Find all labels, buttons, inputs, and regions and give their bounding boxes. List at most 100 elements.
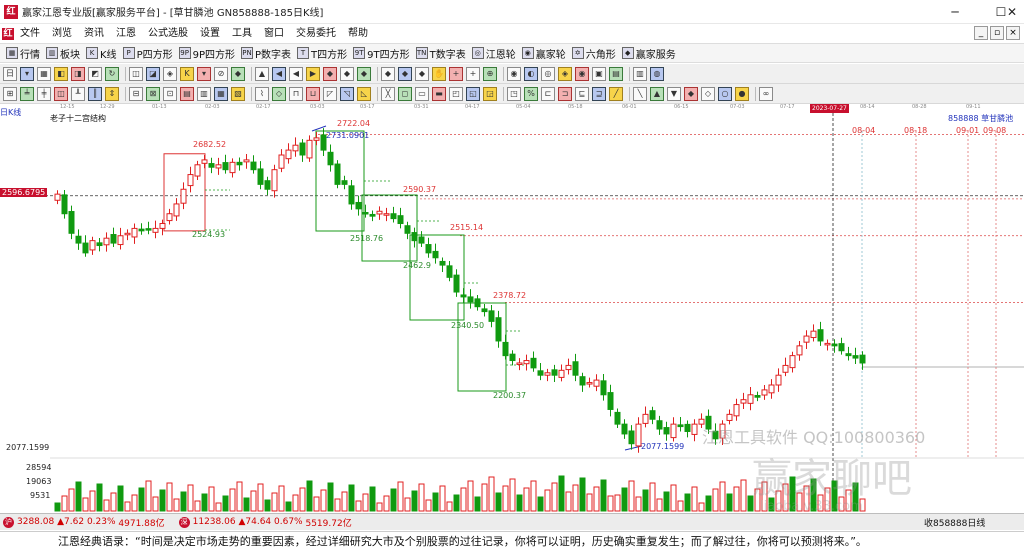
toolbar2-tool-icon[interactable]: ◆ [357,66,371,81]
toolbar3-tool-icon[interactable]: ╧ [20,86,34,101]
toolbar3-tool-icon[interactable]: ○ [718,86,732,101]
toolbar2-tool-icon[interactable]: ◍ [650,66,664,81]
toolbar2-tool-icon[interactable]: ▥ [633,66,647,81]
toolbar2-tool-icon[interactable]: ◧ [54,66,68,81]
menu-settings[interactable]: 设置 [194,24,226,43]
toolbar2-tool-icon[interactable]: ◈ [163,66,177,81]
toolbar-item-service[interactable]: ◆ 赢家服务 [621,46,676,61]
toolbar2-tool-icon[interactable]: K [180,66,194,81]
toolbar2-tool-icon[interactable]: ▣ [592,66,606,81]
toolbar3-tool-icon[interactable]: ▧ [231,86,245,101]
toolbar-item-winner-wheel[interactable]: ◉ 赢家轮 [521,46,566,61]
menu-browse[interactable]: 浏览 [46,24,78,43]
toolbar-item-hexagon[interactable]: ✡ 六角形 [571,46,616,61]
toolbar-item-9p-square[interactable]: 9P 9P四方形 [178,46,235,61]
toolbar3-tool-icon[interactable]: ⊒ [592,86,606,101]
toolbar2-tool-icon[interactable]: ◉ [575,66,589,81]
toolbar3-tool-icon[interactable]: ▤ [180,86,194,101]
toolbar2-tool-icon[interactable]: ◐ [524,66,538,81]
menu-trade[interactable]: 交易委托 [290,24,342,43]
toolbar3-tool-icon[interactable]: ◲ [483,86,497,101]
toolbar2-tool-icon[interactable]: ◆ [340,66,354,81]
toolbar3-tool-icon[interactable]: ▼ [667,86,681,101]
toolbar2-tool-icon[interactable]: ⊘ [214,66,228,81]
toolbar-item-grid[interactable]: ▦ 行情 [6,46,40,61]
minimize-button[interactable]: ─ [932,0,978,24]
toolbar3-tool-icon[interactable]: ⊓ [289,86,303,101]
toolbar3-tool-icon[interactable]: ╱ [609,86,623,101]
toolbar2-tool-icon[interactable]: ▾ [197,66,211,81]
menu-info[interactable]: 资讯 [78,24,110,43]
toolbar3-tool-icon[interactable]: ◆ [684,86,698,101]
toolbar3-tool-icon[interactable]: ⌇ [255,86,269,101]
toolbar2-tool-icon[interactable]: ◀ [289,66,303,81]
toolbar2-tool-icon[interactable]: 日 [3,66,17,81]
menu-gann[interactable]: 江恩 [110,24,142,43]
toolbar3-tool-icon[interactable]: ⊞ [3,86,17,101]
toolbar2-tool-icon[interactable]: ◎ [541,66,555,81]
toolbar3-tool-icon[interactable]: ⇕ [105,86,119,101]
toolbar2-tool-icon[interactable]: ◫ [129,66,143,81]
toolbar3-tool-icon[interactable]: ⊡ [163,86,177,101]
toolbar3-tool-icon[interactable]: ╨ [71,86,85,101]
toolbar3-tool-icon[interactable]: ◇ [701,86,715,101]
toolbar2-tool-icon[interactable]: ◨ [71,66,85,81]
menu-tools[interactable]: 工具 [226,24,258,43]
toolbar2-tool-icon[interactable]: ▤ [609,66,623,81]
toolbar3-tool-icon[interactable]: ⊠ [146,86,160,101]
toolbar2-tool-icon[interactable]: ▦ [37,66,51,81]
menu-file[interactable]: 文件 [14,24,46,43]
toolbar2-tool-icon[interactable]: ◆ [415,66,429,81]
toolbar3-tool-icon[interactable]: ╳ [381,86,395,101]
mdi-restore-button[interactable]: ▫ [990,26,1004,40]
toolbar2-tool-icon[interactable]: ◆ [231,66,245,81]
toolbar3-tool-icon[interactable]: ● [735,86,749,101]
toolbar-item-t-number[interactable]: TN T数字表 [415,46,466,61]
toolbar-item-t-square[interactable]: T T四方形 [297,46,347,61]
toolbar2-tool-icon[interactable]: ◩ [88,66,102,81]
toolbar2-tool-icon[interactable]: + [466,66,480,81]
kline-chart[interactable]: 日K线 老子十二宫结构 858888 草甘膦池 2596.6795 2077.1… [0,108,1024,514]
toolbar3-tool-icon[interactable]: % [524,86,538,101]
toolbar2-tool-icon[interactable]: ↻ [105,66,119,81]
toolbar3-tool-icon[interactable]: ◳ [507,86,521,101]
toolbar2-tool-icon[interactable]: ◀ [272,66,286,81]
toolbar2-tool-icon[interactable]: ◈ [558,66,572,81]
toolbar2-tool-icon[interactable]: ⊕ [483,66,497,81]
toolbar2-tool-icon[interactable]: ◆ [381,66,395,81]
toolbar-item-blocks[interactable]: ▥ 板块 [46,46,80,61]
toolbar3-tool-icon[interactable]: ◺ [357,86,371,101]
toolbar3-tool-icon[interactable]: ╲ [633,86,647,101]
toolbar2-tool-icon[interactable]: ▶ [306,66,320,81]
toolbar3-tool-icon[interactable]: ⊟ [129,86,143,101]
toolbar3-tool-icon[interactable]: ◰ [449,86,463,101]
toolbar2-tool-icon[interactable]: ▾ [20,66,34,81]
toolbar3-tool-icon[interactable]: ∞ [759,86,773,101]
mdi-close-button[interactable]: × [1006,26,1020,40]
menu-help[interactable]: 帮助 [342,24,374,43]
toolbar3-tool-icon[interactable]: ▦ [214,86,228,101]
toolbar-item-p-square[interactable]: P P四方形 [122,46,173,61]
toolbar3-tool-icon[interactable]: ◇ [272,86,286,101]
toolbar3-tool-icon[interactable]: ◫ [54,86,68,101]
toolbar3-tool-icon[interactable]: ╪ [37,86,51,101]
toolbar2-tool-icon[interactable]: ◪ [146,66,160,81]
toolbar3-tool-icon[interactable]: ◱ [466,86,480,101]
menu-window[interactable]: 窗口 [258,24,290,43]
toolbar2-tool-icon[interactable]: ✋ [432,66,446,81]
toolbar3-tool-icon[interactable]: ⊐ [558,86,572,101]
toolbar2-tool-icon[interactable]: ▲ [255,66,269,81]
toolbar3-tool-icon[interactable]: ▲ [650,86,664,101]
app-menu-icon[interactable]: 红 [2,27,14,40]
toolbar2-tool-icon[interactable]: ◆ [398,66,412,81]
toolbar3-tool-icon[interactable]: ◸ [323,86,337,101]
toolbar3-tool-icon[interactable]: ▥ [197,86,211,101]
toolbar-item-kline[interactable]: K K线 [86,46,117,61]
menu-formula-select[interactable]: 公式选股 [142,24,194,43]
toolbar3-tool-icon[interactable]: ║ [88,86,102,101]
toolbar3-tool-icon[interactable]: ⊔ [306,86,320,101]
toolbar-item-gann-wheel[interactable]: ◎ 江恩轮 [471,46,516,61]
close-button[interactable]: ✕ [1000,0,1024,24]
toolbar3-tool-icon[interactable]: ▭ [415,86,429,101]
toolbar2-tool-icon[interactable]: ◆ [323,66,337,81]
